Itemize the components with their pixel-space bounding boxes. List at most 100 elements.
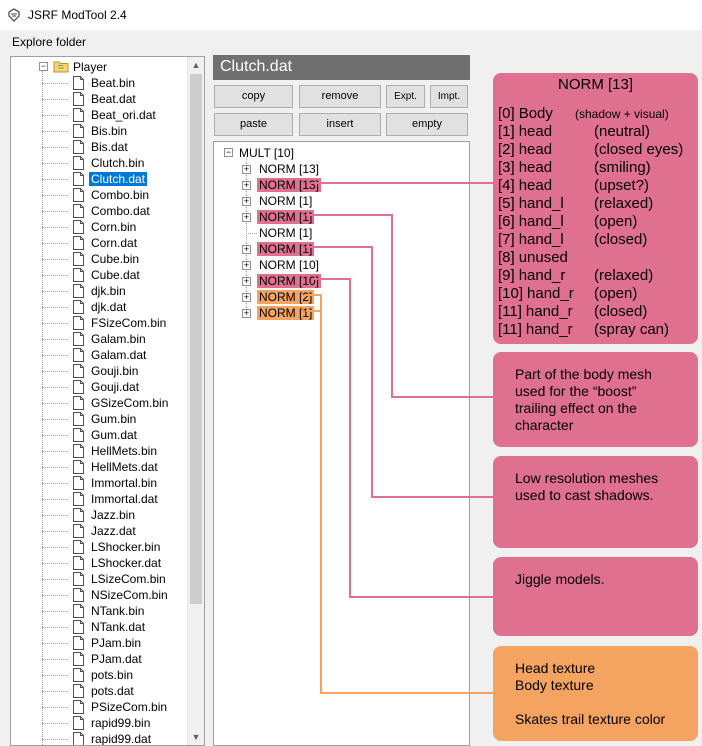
file-item[interactable]: Combo.dat <box>11 203 191 219</box>
node-item[interactable]: + NORM [1] <box>214 241 414 257</box>
node-tree[interactable]: − MULT [10] + NORM [13] + NORM [13] + NORM [1… <box>213 141 470 746</box>
file-tree[interactable]: − Player Beat.bin Beat.dat Beat_ori.dat Bis… <box>10 56 205 746</box>
file-item[interactable]: NTank.dat <box>11 619 191 635</box>
tree-branch-line <box>42 659 68 660</box>
insert-button[interactable]: insert <box>299 113 381 136</box>
file-item[interactable]: LSizeCom.bin <box>11 571 191 587</box>
file-item[interactable]: Jazz.dat <box>11 523 191 539</box>
file-label: Gum.bin <box>91 412 137 426</box>
import-button[interactable]: Impt. <box>430 85 468 108</box>
file-item[interactable]: Beat.bin <box>11 75 191 91</box>
expand-icon[interactable]: + <box>242 309 251 318</box>
file-item[interactable]: Beat.dat <box>11 91 191 107</box>
file-item[interactable]: Immortal.bin <box>11 475 191 491</box>
file-item[interactable]: Clutch.dat <box>11 171 191 187</box>
file-item[interactable]: HellMets.dat <box>11 459 191 475</box>
file-item[interactable]: Combo.bin <box>11 187 191 203</box>
file-item[interactable]: NTank.bin <box>11 603 191 619</box>
file-item[interactable]: PJam.bin <box>11 635 191 651</box>
node-item[interactable]: + NORM [10] <box>214 257 414 273</box>
menu-bar: Explore folder <box>0 30 702 54</box>
file-item[interactable]: Cube.dat <box>11 267 191 283</box>
file-item[interactable]: GSizeCom.bin <box>11 395 191 411</box>
node-item[interactable]: + NORM [13] <box>214 161 414 177</box>
norm-entry-note: (closed) <box>594 303 648 320</box>
node-item[interactable]: + NORM [10] <box>214 273 414 289</box>
file-item[interactable]: HellMets.bin <box>11 443 191 459</box>
file-label: HellMets.bin <box>91 444 158 458</box>
file-icon <box>73 348 84 362</box>
node-item[interactable]: + NORM [1] <box>214 193 414 209</box>
file-item[interactable]: FSizeCom.bin <box>11 315 191 331</box>
file-item[interactable]: rapid99.dat <box>11 731 191 745</box>
tree-branch-line <box>42 227 68 228</box>
file-item[interactable]: Beat_ori.dat <box>11 107 191 123</box>
file-icon <box>73 700 84 714</box>
tree-scrollbar[interactable]: ▲ ▼ <box>187 57 204 745</box>
expand-icon[interactable]: + <box>242 213 251 222</box>
file-item[interactable]: Corn.dat <box>11 235 191 251</box>
expand-icon[interactable]: + <box>242 245 251 254</box>
node-item[interactable]: NORM [1] <box>214 225 414 241</box>
file-item[interactable]: Corn.bin <box>11 219 191 235</box>
file-item[interactable]: Gouji.bin <box>11 363 191 379</box>
file-item[interactable]: Gouji.dat <box>11 379 191 395</box>
file-icon <box>73 364 84 378</box>
expand-icon[interactable]: + <box>242 293 251 302</box>
file-item[interactable]: Bis.dat <box>11 139 191 155</box>
file-item[interactable]: pots.dat <box>11 683 191 699</box>
export-button[interactable]: Expt. <box>386 85 425 108</box>
file-label: GSizeCom.bin <box>91 396 169 410</box>
file-item[interactable]: NSizeCom.bin <box>11 587 191 603</box>
paste-button[interactable]: paste <box>214 113 293 136</box>
file-item[interactable]: LShocker.dat <box>11 555 191 571</box>
node-item[interactable]: + NORM [13] <box>214 177 414 193</box>
node-item[interactable]: + NORM [1] <box>214 305 414 321</box>
scroll-thumb[interactable] <box>190 74 202 604</box>
collapse-icon[interactable]: − <box>224 148 233 157</box>
norm-entry: [11] hand_r (spray can) <box>498 321 669 339</box>
file-label: Combo.bin <box>91 188 150 202</box>
file-icon <box>73 396 84 410</box>
tree-branch-line <box>42 723 68 724</box>
file-icon <box>73 492 84 506</box>
node-item[interactable]: + NORM [1] <box>214 209 414 225</box>
expand-icon[interactable]: + <box>242 261 251 270</box>
remove-button[interactable]: remove <box>299 85 381 108</box>
expand-icon[interactable]: + <box>242 181 251 190</box>
file-item[interactable]: Galam.dat <box>11 347 191 363</box>
expand-icon[interactable]: + <box>242 165 251 174</box>
file-icon <box>73 236 84 250</box>
file-item[interactable]: PSizeCom.bin <box>11 699 191 715</box>
node-item[interactable]: + NORM [2] <box>214 289 414 305</box>
file-item[interactable]: Galam.bin <box>11 331 191 347</box>
file-item[interactable]: Gum.bin <box>11 411 191 427</box>
node-label: NORM [1] <box>257 242 315 256</box>
expand-icon[interactable]: + <box>242 197 251 206</box>
norm-entry-note: (closed eyes) <box>594 141 684 158</box>
file-item[interactable]: Jazz.bin <box>11 507 191 523</box>
scroll-down-icon[interactable]: ▼ <box>188 729 204 745</box>
tree-branch-line <box>42 371 68 372</box>
scroll-up-icon[interactable]: ▲ <box>188 57 204 73</box>
copy-button[interactable]: copy <box>214 85 293 108</box>
file-item[interactable]: Gum.dat <box>11 427 191 443</box>
collapse-icon[interactable]: − <box>39 62 48 71</box>
expand-icon[interactable]: + <box>242 277 251 286</box>
file-item[interactable]: PJam.dat <box>11 651 191 667</box>
menu-explore-folder[interactable]: Explore folder <box>12 35 86 49</box>
file-item[interactable]: djk.bin <box>11 283 191 299</box>
empty-button[interactable]: empty <box>386 113 468 136</box>
file-item[interactable]: Bis.bin <box>11 123 191 139</box>
file-item[interactable]: LShocker.bin <box>11 539 191 555</box>
jiggle-annotation: Jiggle models. <box>493 557 698 636</box>
tree-branch-line <box>42 275 68 276</box>
norm-entry-note: (neutral) <box>594 123 650 140</box>
file-item[interactable]: pots.bin <box>11 667 191 683</box>
file-item[interactable]: djk.dat <box>11 299 191 315</box>
file-item[interactable]: Immortal.dat <box>11 491 191 507</box>
file-item[interactable]: Clutch.bin <box>11 155 191 171</box>
file-item[interactable]: rapid99.bin <box>11 715 191 731</box>
tree-branch-line <box>42 611 68 612</box>
file-item[interactable]: Cube.bin <box>11 251 191 267</box>
